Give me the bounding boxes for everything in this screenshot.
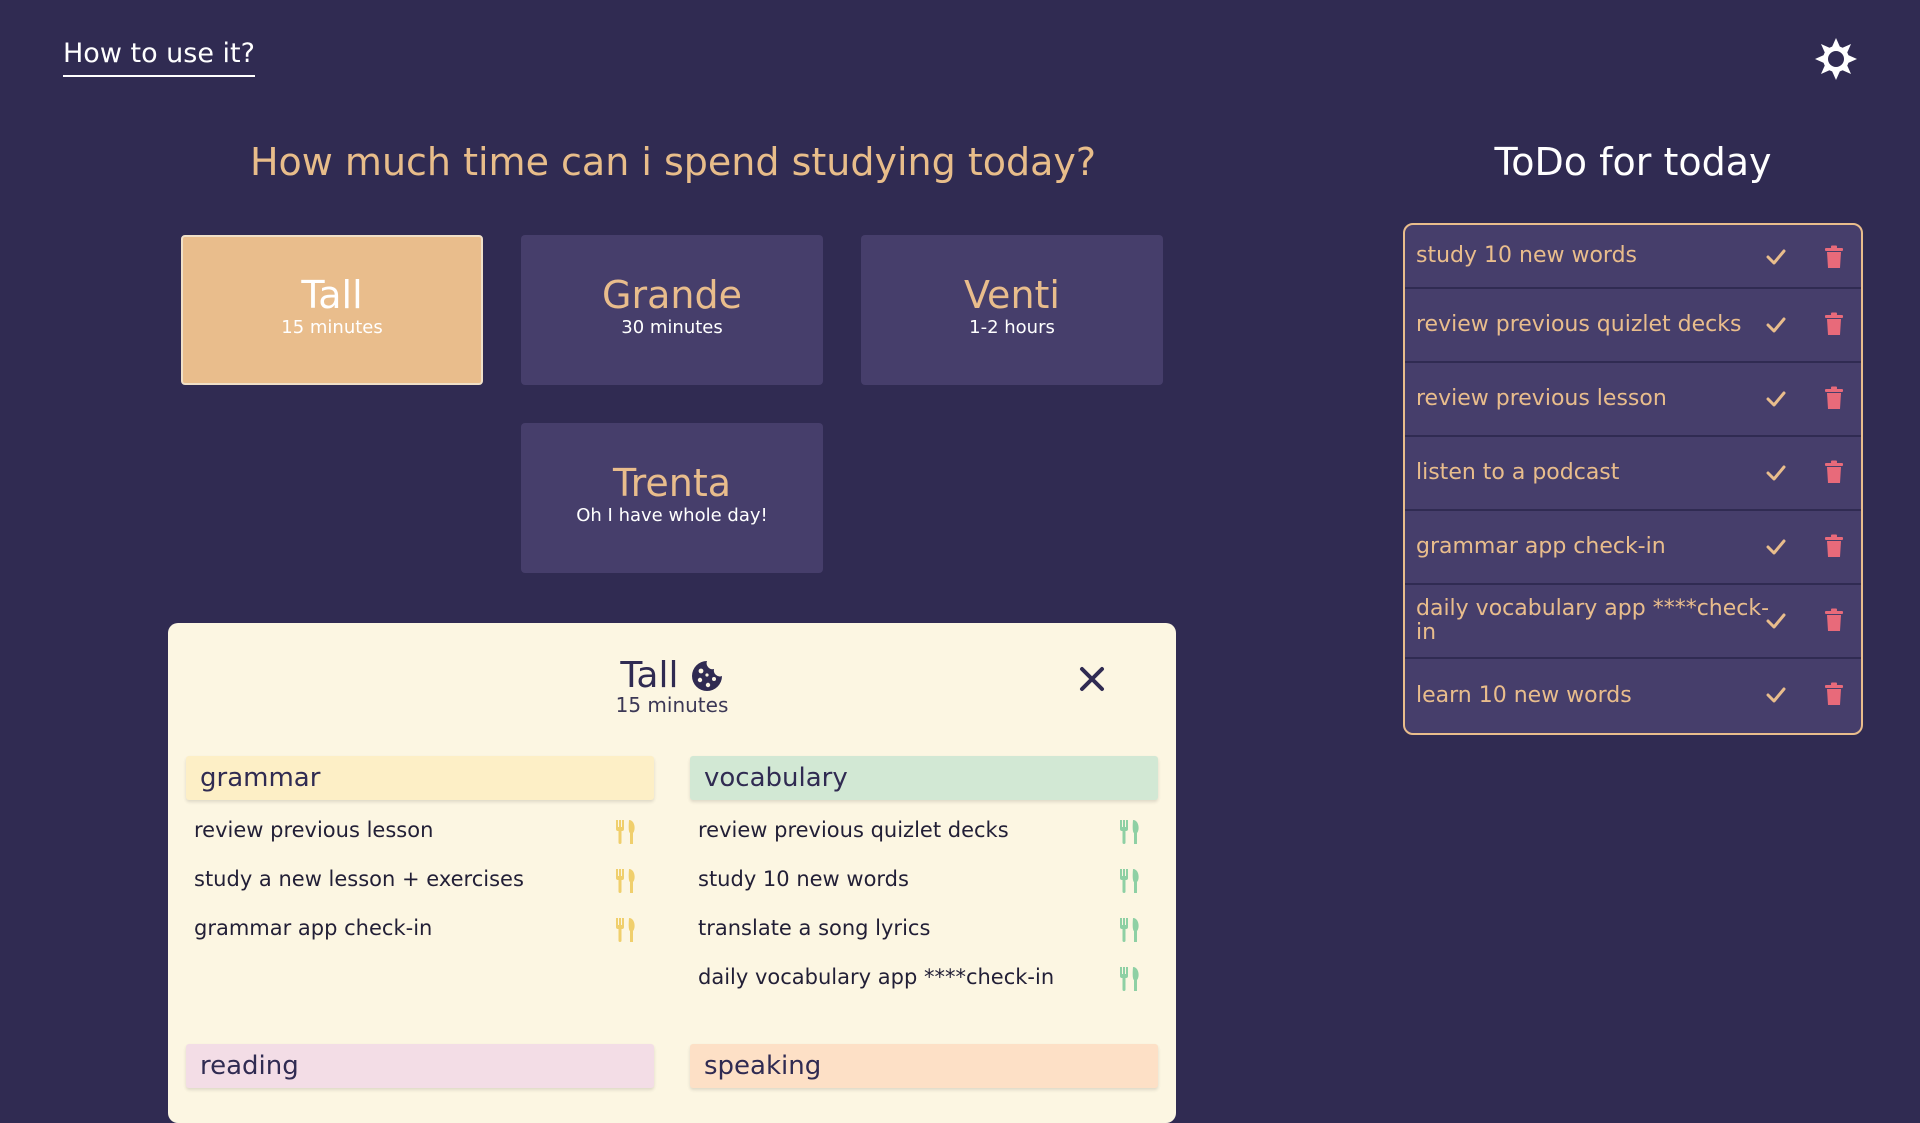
todo-item: daily vocabulary app ****check-in: [1405, 585, 1861, 659]
item-label: study a new lesson + exercises: [194, 867, 524, 891]
item-label: review previous lesson: [194, 818, 434, 842]
panel-subtitle: 15 minutes: [615, 693, 729, 717]
utensils-icon[interactable]: [612, 916, 640, 944]
category-header: grammar: [186, 756, 654, 800]
utensils-icon[interactable]: [612, 867, 640, 895]
trash-icon[interactable]: [1824, 245, 1844, 269]
todo-list: study 10 new words review previous quizl…: [1403, 223, 1863, 735]
check-icon[interactable]: [1765, 610, 1787, 632]
size-duration: Oh I have whole day!: [576, 505, 768, 526]
category-item[interactable]: review previous lesson: [186, 806, 654, 855]
category-item[interactable]: translate a song lyrics: [690, 904, 1158, 953]
todo-item: review previous quizlet decks: [1405, 289, 1861, 363]
item-label: daily vocabulary app ****check-in: [698, 965, 1055, 989]
size-button-venti[interactable]: Venti 1-2 hours: [861, 235, 1163, 385]
todo-label: learn 10 new words: [1416, 683, 1632, 708]
trash-icon[interactable]: [1824, 386, 1844, 410]
utensils-icon[interactable]: [1116, 818, 1144, 846]
trash-icon[interactable]: [1824, 682, 1844, 706]
check-icon[interactable]: [1765, 314, 1787, 336]
size-name: Trenta: [612, 461, 732, 505]
category-item[interactable]: review previous quizlet decks: [690, 806, 1158, 855]
item-label: study 10 new words: [698, 867, 909, 891]
utensils-icon[interactable]: [1116, 867, 1144, 895]
trash-icon[interactable]: [1824, 534, 1844, 558]
item-label: translate a song lyrics: [698, 916, 931, 940]
trash-icon[interactable]: [1824, 460, 1844, 484]
category-speaking: speaking: [690, 1044, 1158, 1088]
todo-label: daily vocabulary app ****check-in: [1416, 596, 1770, 645]
sun-icon[interactable]: [1813, 36, 1859, 82]
cookie-icon: [691, 660, 722, 691]
check-icon[interactable]: [1765, 536, 1787, 558]
check-icon[interactable]: [1765, 462, 1787, 484]
todo-label: study 10 new words: [1416, 243, 1637, 268]
todo-item: study 10 new words: [1405, 225, 1861, 289]
category-item[interactable]: daily vocabulary app ****check-in: [690, 953, 1158, 1002]
category-header: speaking: [690, 1044, 1158, 1088]
category-vocabulary: vocabulary review previous quizlet decks…: [690, 756, 1158, 1002]
category-item[interactable]: grammar app check-in: [186, 904, 654, 953]
trash-icon[interactable]: [1824, 608, 1844, 632]
todo-title: ToDo for today: [1494, 140, 1772, 184]
size-button-tall[interactable]: Tall 15 minutes: [181, 235, 483, 385]
utensils-icon[interactable]: [1116, 965, 1144, 993]
todo-label: review previous lesson: [1416, 386, 1667, 411]
size-duration: 1-2 hours: [969, 317, 1055, 338]
utensils-icon[interactable]: [612, 818, 640, 846]
item-label: grammar app check-in: [194, 916, 433, 940]
close-icon[interactable]: [1072, 659, 1112, 699]
category-item[interactable]: study 10 new words: [690, 855, 1158, 904]
check-icon[interactable]: [1765, 684, 1787, 706]
category-item[interactable]: study a new lesson + exercises: [186, 855, 654, 904]
check-icon[interactable]: [1765, 246, 1787, 268]
trash-icon[interactable]: [1824, 312, 1844, 336]
category-grammar: grammar review previous lesson study a n…: [186, 756, 654, 953]
size-button-grande[interactable]: Grande 30 minutes: [521, 235, 823, 385]
plan-panel: Tall 15 minutes grammar review previous …: [168, 623, 1176, 1123]
size-button-trenta[interactable]: Trenta Oh I have whole day!: [521, 423, 823, 573]
todo-item: learn 10 new words: [1405, 659, 1861, 733]
todo-label: listen to a podcast: [1416, 460, 1620, 485]
todo-item: grammar app check-in: [1405, 511, 1861, 585]
size-duration: 15 minutes: [281, 317, 383, 338]
category-reading: reading: [186, 1044, 654, 1088]
utensils-icon[interactable]: [1116, 916, 1144, 944]
check-icon[interactable]: [1765, 388, 1787, 410]
size-name: Grande: [602, 273, 742, 317]
todo-label: review previous quizlet decks: [1416, 312, 1742, 337]
panel-title: Tall: [168, 655, 1176, 696]
item-label: review previous quizlet decks: [698, 818, 1009, 842]
category-header: reading: [186, 1044, 654, 1088]
size-duration: 30 minutes: [621, 317, 723, 338]
panel-title-text: Tall: [620, 655, 679, 696]
todo-item: listen to a podcast: [1405, 437, 1861, 511]
size-name: Venti: [964, 273, 1060, 317]
how-to-use-link[interactable]: How to use it?: [63, 38, 255, 77]
todo-label: grammar app check-in: [1416, 534, 1666, 559]
size-name: Tall: [301, 273, 363, 317]
category-header: vocabulary: [690, 756, 1158, 800]
todo-item: review previous lesson: [1405, 363, 1861, 437]
question-heading: How much time can i spend studying today…: [249, 140, 1097, 184]
